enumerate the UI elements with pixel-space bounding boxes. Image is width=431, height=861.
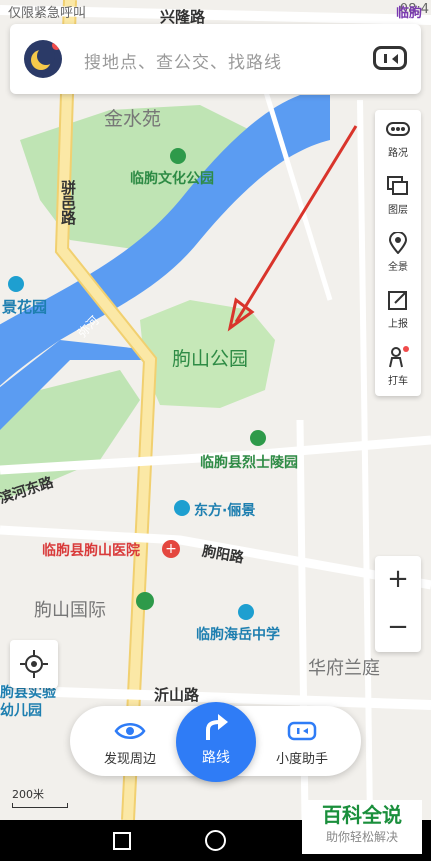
cemetery-icon[interactable] xyxy=(250,430,266,446)
bank-icon[interactable] xyxy=(136,592,154,610)
map-label-qushan-park[interactable]: 朐山公园 xyxy=(172,344,248,371)
map-label-top-right: 临朐 xyxy=(396,6,423,21)
taxi-button[interactable]: 打车 xyxy=(375,338,421,395)
status-bar: 仅限紧急呼叫 08:4 xyxy=(0,0,431,22)
route-arrow-icon xyxy=(206,714,228,740)
watermark-subtitle: 助你轻松解决 xyxy=(325,830,398,844)
map-label-pianyi-road: 骈邑路 xyxy=(59,180,77,225)
assistant-icon xyxy=(287,721,317,741)
locate-icon xyxy=(20,650,48,678)
traffic-button[interactable]: 路况 xyxy=(375,110,421,167)
route-button[interactable]: 路线 xyxy=(176,702,256,782)
scale-bar xyxy=(12,803,68,808)
map-label-hospital[interactable]: 临朐县朐山医院 xyxy=(42,540,140,560)
park-icon[interactable] xyxy=(170,148,186,164)
search-bar[interactable]: 搜地点、查公交、找路线 xyxy=(10,24,421,94)
map-tool-panel: 路况 图层 全景 上报 打车 xyxy=(375,110,421,396)
taxi-label: 打车 xyxy=(388,376,408,387)
map-label-qushan-international[interactable]: 朐山国际 xyxy=(34,596,106,622)
map-label-huafu-lanting[interactable]: 华府兰庭 xyxy=(308,654,380,680)
home-icon[interactable] xyxy=(205,830,226,851)
map-label-kindergarten-line2[interactable]: 幼儿园 xyxy=(0,700,42,720)
report-icon xyxy=(388,291,407,310)
map-svg xyxy=(0,0,431,820)
traffic-label: 路况 xyxy=(388,148,408,159)
locate-button[interactable] xyxy=(10,640,58,688)
zoom-out-button[interactable]: − xyxy=(375,604,421,652)
report-label: 上报 xyxy=(388,319,408,330)
map-label-culture-park[interactable]: 临朐文化公园 xyxy=(130,168,214,188)
watermark-title: 百科全说 xyxy=(322,803,402,827)
map-label-jinghua-garden[interactable]: 景花园 xyxy=(2,296,47,317)
notification-dot xyxy=(52,41,61,50)
panorama-label: 全景 xyxy=(388,262,408,273)
eye-icon xyxy=(114,723,146,739)
discover-nearby-button[interactable]: 发现周边 xyxy=(90,720,170,767)
search-input[interactable]: 搜地点、查公交、找路线 xyxy=(84,48,282,73)
map-scale: 200米 xyxy=(12,786,68,808)
assistant-label: 小度助手 xyxy=(275,752,328,767)
school-icon[interactable] xyxy=(238,604,254,620)
map-label-martyrs-cemetery[interactable]: 临朐县烈士陵园 xyxy=(200,452,298,472)
map-label-dongfang-lijing[interactable]: 东方·俪景 xyxy=(194,500,255,520)
watermark-logo: 百科全说 助你轻松解决 xyxy=(302,800,422,854)
map-label-jinshuiyuan[interactable]: 金水苑 xyxy=(104,104,161,131)
assistant-button[interactable]: 小度助手 xyxy=(262,720,342,767)
discover-label: 发现周边 xyxy=(103,752,156,767)
residence-icon[interactable] xyxy=(8,276,24,292)
avatar[interactable] xyxy=(24,40,62,78)
map-canvas[interactable]: 兴隆路 金水苑 临朐文化公园 骈邑路 景花园 弥河 朐山公园 临朐县烈士陵园 滨… xyxy=(0,0,431,820)
taxi-icon xyxy=(389,346,409,368)
status-emergency-text: 仅限紧急呼叫 xyxy=(8,6,87,21)
layers-icon xyxy=(387,176,408,195)
map-label-haiyue-school[interactable]: 临朐海岳中学 xyxy=(196,624,280,644)
panorama-button[interactable]: 全景 xyxy=(375,224,421,281)
zoom-panel: + − xyxy=(375,556,421,652)
layers-button[interactable]: 图层 xyxy=(375,167,421,224)
report-button[interactable]: 上报 xyxy=(375,281,421,338)
route-label: 路线 xyxy=(202,750,230,766)
scale-label: 200米 xyxy=(12,788,44,801)
zoom-in-button[interactable]: + xyxy=(375,556,421,604)
recent-apps-icon[interactable] xyxy=(113,832,131,850)
layers-label: 图层 xyxy=(388,205,408,216)
traffic-icon xyxy=(386,122,410,136)
hospital-icon[interactable]: + xyxy=(162,540,180,558)
panorama-icon xyxy=(388,232,408,254)
residence-icon[interactable] xyxy=(174,500,190,516)
voice-assistant-icon[interactable] xyxy=(373,46,407,70)
